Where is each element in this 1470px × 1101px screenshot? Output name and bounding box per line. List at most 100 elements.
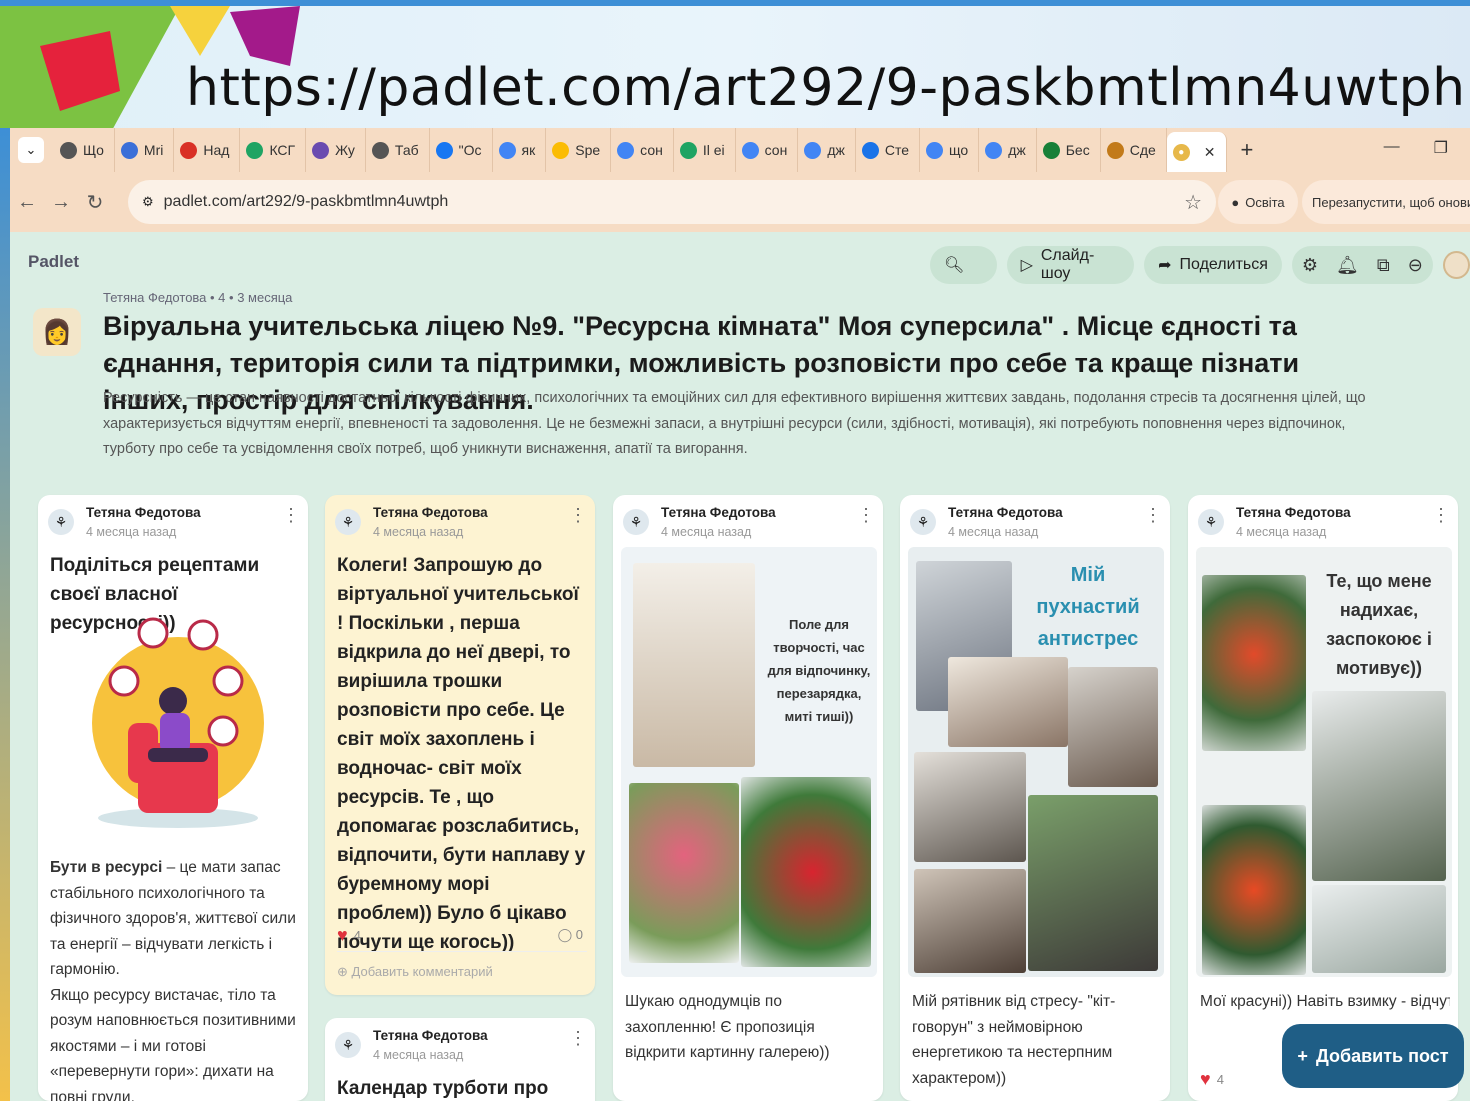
- padlet-logo[interactable]: Padlet: [28, 252, 79, 272]
- share-button[interactable]: ➦ Поделиться: [1144, 246, 1282, 284]
- photo-cat-5: [1028, 795, 1158, 971]
- post-menu-icon[interactable]: ⋮: [569, 1028, 587, 1049]
- browser-tab[interactable]: дж: [798, 128, 856, 172]
- comment-icon: ◯: [557, 927, 576, 942]
- forward-icon[interactable]: →: [44, 191, 78, 214]
- url-text[interactable]: padlet.com/art292/9-paskbmtlmn4uwtph: [164, 193, 449, 211]
- new-tab-button[interactable]: +: [1241, 137, 1254, 163]
- photo-flowers-2: [1202, 805, 1306, 975]
- post-header: ⚘ Тетяна Федотова 4 месяца назад ⋮: [48, 505, 308, 545]
- photo-roses-painting: [741, 777, 871, 967]
- author-avatar: ⚘: [1198, 509, 1224, 535]
- add-comment-field[interactable]: ⊕ Добавить комментарий: [337, 951, 587, 980]
- post-card[interactable]: ⚘ Тетяна Федотова 4 месяца назад ⋮ Колег…: [325, 495, 595, 995]
- remake-icon[interactable]: ⧉: [1377, 255, 1390, 276]
- photo-window: [1312, 885, 1446, 973]
- post-text-body: – це мати запас стабільного психологічно…: [50, 859, 296, 1101]
- drive-icon: [679, 141, 697, 159]
- post-image-collage[interactable]: Поле для творчості, час для відпочинку, …: [621, 547, 877, 977]
- post-menu-icon[interactable]: ⋮: [569, 505, 587, 526]
- site-info-icon[interactable]: ⚙: [142, 194, 154, 210]
- post-time: 4 месяца назад: [1236, 525, 1327, 539]
- browser-tab[interactable]: Жу: [306, 128, 366, 172]
- reload-icon[interactable]: ↻: [78, 190, 112, 215]
- close-tab-icon[interactable]: ✕: [1204, 144, 1216, 161]
- browser-tab[interactable]: Над: [174, 128, 241, 172]
- tab-label: дж: [1008, 142, 1026, 158]
- profile-button[interactable]: ● Освіта: [1218, 180, 1298, 224]
- more-icon[interactable]: ⊖: [1408, 255, 1423, 276]
- tab-label: "Ос: [458, 142, 482, 158]
- post-card[interactable]: ⚘ Тетяна Федотова 4 месяца назад ⋮ Мій п…: [900, 495, 1170, 1101]
- heart-icon: ♥: [1200, 1069, 1211, 1089]
- omnibox[interactable]: ⚙ padlet.com/art292/9-paskbmtlmn4uwtph ☆: [128, 180, 1216, 224]
- browser-tab[interactable]: Що: [54, 128, 115, 172]
- post-image-collage[interactable]: Те, що мене надихає, заспокоює і мотивує…: [1196, 547, 1452, 977]
- profile-label: Освіта: [1245, 194, 1285, 210]
- tab-label: Що: [83, 142, 104, 158]
- padlet-toolbar: 🔍︎ ▷ Слайд-шоу ➦ Поделиться ⚙ 🔔︎ ⧉ ⊖: [930, 246, 1470, 284]
- browser-tab[interactable]: Spe: [546, 128, 612, 172]
- browser-tab[interactable]: як: [493, 128, 547, 172]
- author-avatar: ⚘: [335, 1032, 361, 1058]
- post-menu-icon[interactable]: ⋮: [857, 505, 875, 526]
- search-icon: 🔍︎: [944, 257, 965, 274]
- user-avatar[interactable]: [1442, 251, 1470, 279]
- back-icon[interactable]: ←: [10, 191, 44, 214]
- google-icon: [985, 141, 1003, 159]
- relaunch-button[interactable]: Перезапустити, щоб оновити: [1302, 180, 1470, 224]
- post-card[interactable]: ⚘ Тетяна Федотова 4 месяца назад ⋮ Поділ…: [38, 495, 308, 1101]
- slide-url-title: https://padlet.com/art292/9-paskbmtlmn4u…: [186, 58, 1466, 118]
- browser-tab[interactable]: Бес: [1037, 128, 1101, 172]
- browser-tab[interactable]: Сде: [1101, 128, 1167, 172]
- star-icon: [861, 141, 879, 159]
- browser-tab[interactable]: сон: [611, 128, 674, 172]
- slideshow-button[interactable]: ▷ Слайд-шоу: [1006, 246, 1135, 284]
- post-card[interactable]: ⚘ Тетяна Федотова 4 месяца назад ⋮ Те, щ…: [1188, 495, 1458, 1101]
- author-name: Тетяна Федотова: [373, 505, 488, 520]
- post-card[interactable]: ⚘ Тетяна Федотова 4 месяца назад ⋮ Кален…: [325, 1018, 595, 1101]
- comments-button[interactable]: ◯ 0: [558, 927, 583, 943]
- like-button[interactable]: ♥ 4: [337, 925, 361, 946]
- google-icon: [498, 141, 516, 159]
- address-bar: ← → ↻ ⚙ padlet.com/art292/9-paskbmtlmn4u…: [10, 172, 1470, 232]
- plus-icon: +: [1297, 1045, 1308, 1066]
- bookmark-star-icon[interactable]: ☆: [1184, 190, 1202, 215]
- browser-tab[interactable]: Il еі: [674, 128, 736, 172]
- browser-tab[interactable]: сон: [736, 128, 799, 172]
- app-icon: [1106, 141, 1124, 159]
- settings-icon[interactable]: ⚙: [1302, 255, 1318, 276]
- tab-label: Над: [203, 142, 230, 158]
- tab-label: що: [949, 142, 969, 158]
- post-header: ⚘ Тетяна Федотова 4 месяца назад ⋮: [335, 1028, 595, 1068]
- like-button[interactable]: ♥ 4: [1200, 1069, 1224, 1090]
- restore-icon[interactable]: ❐: [1434, 138, 1448, 158]
- browser-tab[interactable]: Mri: [115, 128, 175, 172]
- tab-label: Mri: [143, 142, 164, 158]
- browser-tab[interactable]: дж: [979, 128, 1037, 172]
- illustration-woman-resources: [92, 617, 264, 828]
- photo-cat-2: [948, 657, 1068, 747]
- tab-search-icon[interactable]: ⌄: [18, 137, 44, 163]
- share-label: Поделиться: [1179, 256, 1268, 273]
- tab-label: Сте: [884, 142, 910, 158]
- add-post-button[interactable]: + Добавить пост: [1282, 1024, 1464, 1088]
- bell-icon[interactable]: 🔔︎: [1336, 255, 1359, 276]
- post-card[interactable]: ⚘ Тетяна Федотова 4 месяца назад ⋮ Поле …: [613, 495, 883, 1101]
- photo-cat-4: [914, 752, 1026, 862]
- post-menu-icon[interactable]: ⋮: [1432, 505, 1450, 526]
- browser-tab[interactable]: "Ос: [430, 128, 493, 172]
- post-menu-icon[interactable]: ⋮: [1144, 505, 1162, 526]
- browser-tab[interactable]: Таб: [366, 128, 430, 172]
- post-time: 4 месяца назад: [661, 525, 752, 539]
- globe-icon: [371, 141, 389, 159]
- tab-active[interactable]: ● ✕: [1166, 132, 1227, 172]
- minimize-icon[interactable]: —: [1384, 138, 1400, 158]
- post-image-collage[interactable]: Мій пухнастий антистрес: [908, 547, 1164, 977]
- browser-tab[interactable]: КСГ: [240, 128, 307, 172]
- search-button[interactable]: 🔍︎: [930, 246, 997, 284]
- browser-tab[interactable]: що: [920, 128, 980, 172]
- browser-tab[interactable]: Сте: [856, 128, 921, 172]
- post-menu-icon[interactable]: ⋮: [282, 505, 300, 526]
- drive-icon: [246, 141, 264, 159]
